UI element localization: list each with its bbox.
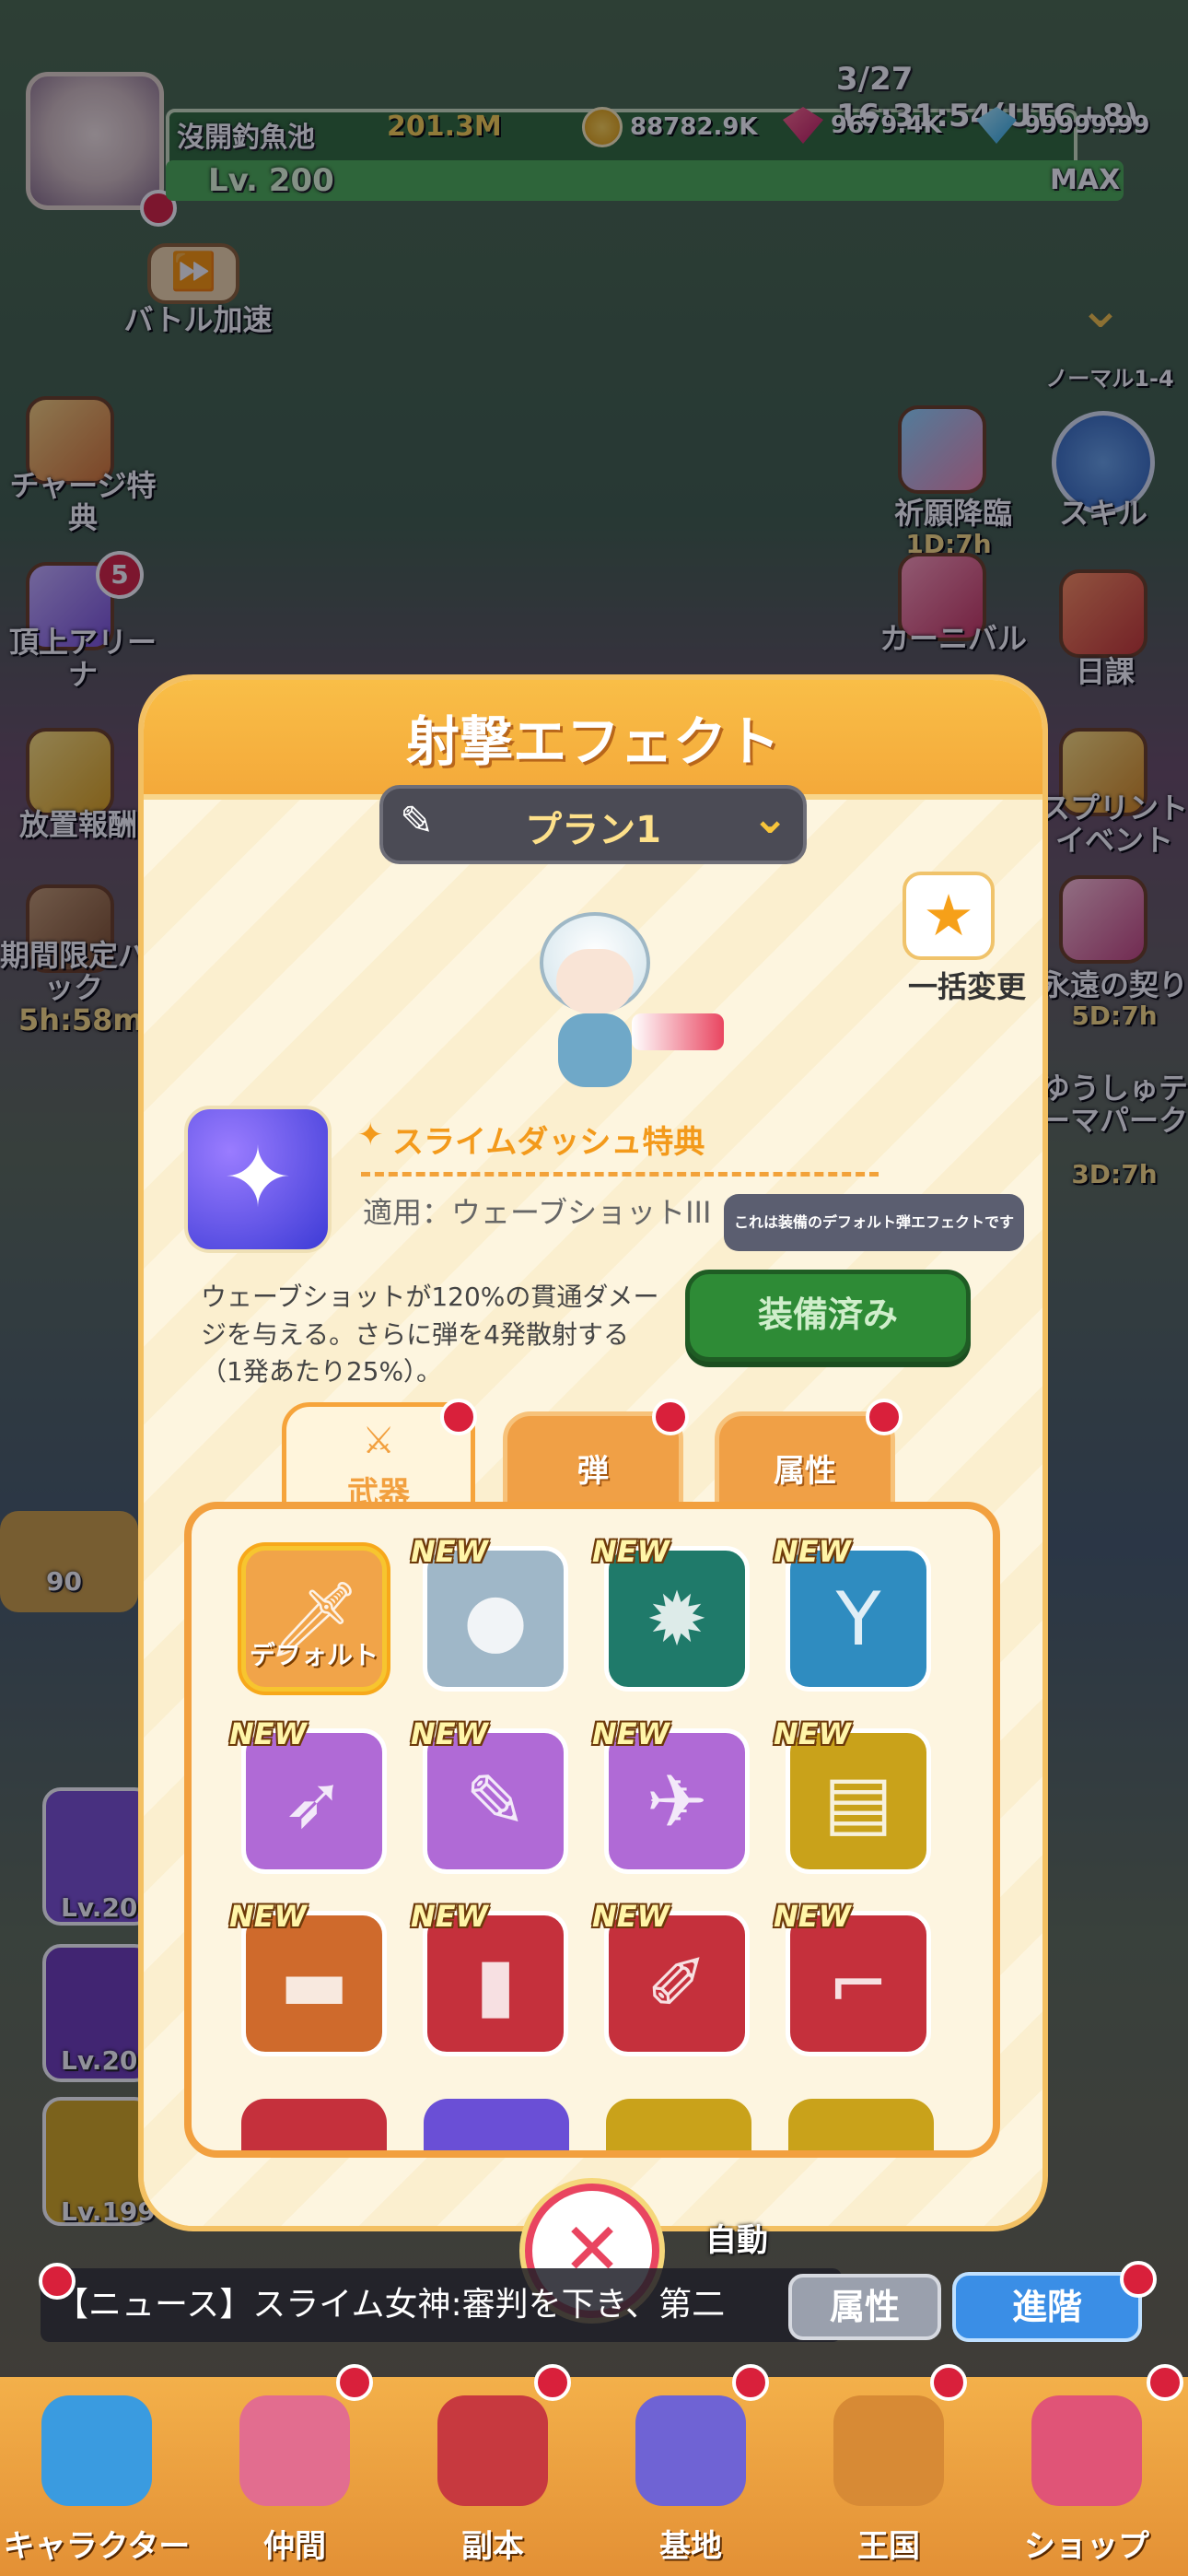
auto-label: 自動 (705, 2222, 768, 2259)
notification-dot (534, 2364, 571, 2401)
star-monster-icon: ✹ (646, 1576, 708, 1662)
paintbrush-icon: ✐ (646, 1941, 708, 2027)
shop-icon (1031, 2395, 1142, 2506)
effect-item-water-gun[interactable]: ⌐ NEW (774, 1899, 931, 2056)
new-badge: NEW (774, 1716, 851, 1751)
notification-dot (336, 2364, 373, 2401)
modal-header: 射撃エフェクト (144, 680, 1042, 800)
blaster-icon: ✈ (646, 1759, 708, 1844)
new-badge: NEW (411, 1899, 488, 1934)
new-badge: NEW (411, 1534, 488, 1569)
effect-item-slingshot[interactable]: Y NEW (774, 1534, 931, 1692)
nav-label: 王国 (857, 2528, 920, 2565)
nav-slime[interactable]: キャラクター (0, 2377, 193, 2576)
water-gun-icon: ✦ (184, 1106, 332, 1253)
effect-description: ウェーブショットが120%の貫通ダメージを与える。さらに弾を4発散射する（1発あ… (201, 1282, 659, 1388)
notification-dot (652, 1399, 689, 1435)
notification-dot (440, 1399, 477, 1435)
effect-item-bow[interactable]: ➶ NEW (229, 1716, 387, 1874)
water-gun-icon: ⌐ (827, 1941, 890, 2027)
effect-item-bazooka[interactable]: ▮ NEW (411, 1899, 568, 2056)
attribute-button[interactable]: 属性 (788, 2274, 941, 2340)
house-icon (635, 2395, 746, 2506)
nav-crown[interactable]: 王国 (792, 2364, 985, 2576)
notification-dot (930, 2364, 967, 2401)
equipped-label: 装備済み (757, 1294, 898, 1335)
bazooka-icon: ▮ (474, 1941, 517, 2027)
brush-icon: ✎ (464, 1759, 527, 1844)
modal-title: 射撃エフェクト (405, 710, 780, 773)
new-badge: NEW (411, 1716, 488, 1751)
default-item-label: デフォルト (249, 1640, 379, 1670)
chevron-down-icon[interactable]: ⌄ (751, 792, 788, 844)
star-icon: ★ (923, 882, 974, 949)
bulk-change-label: 一括変更 (907, 969, 1026, 1004)
advance-button[interactable]: 進階 (952, 2272, 1142, 2342)
plan-label: プラン1 (525, 809, 661, 851)
tooltip-text: これは装備のデフォルト弾エフェクトです (733, 1213, 1014, 1231)
nav-house[interactable]: 基地 (594, 2364, 787, 2576)
new-badge: NEW (592, 1899, 670, 1934)
tab-attribute-label: 属性 (774, 1453, 836, 1490)
slingshot-icon: Y (835, 1576, 881, 1662)
bottom-nav: キャラクター 仲間 副本 基地 王国 ショップ (0, 2364, 1188, 2576)
nav-label: ショップ (1024, 2528, 1149, 2565)
divider (361, 1172, 879, 1177)
effect-item-sword[interactable]: 🗡 デフォルト (241, 1546, 387, 1692)
crown-icon (833, 2395, 944, 2506)
swords-icon (437, 2395, 548, 2506)
effect-item-paintbrush[interactable]: ✐ NEW (592, 1899, 750, 2056)
new-badge: NEW (229, 1899, 307, 1934)
effect-item-slime[interactable]: ● NEW (411, 1534, 568, 1692)
effect-item-star-monster[interactable]: ✹ NEW (592, 1534, 750, 1692)
notification-dot (866, 1399, 903, 1435)
default-tooltip: これは装備のデフォルト弾エフェクトです (724, 1194, 1024, 1251)
effect-item-brush[interactable]: ✎ NEW (411, 1716, 568, 1874)
effect-grid: 🗡 デフォルト ● NEW ✹ NEW Y NEW ➶ NEW ✎ NEW ✈ NEW ▤ NEW ▬ NEW ▮ N… (184, 1502, 1000, 2158)
slime-icon (41, 2395, 152, 2506)
nav-label: キャラクター (3, 2528, 191, 2565)
effect-item-blaster[interactable]: ✈ NEW (592, 1716, 750, 1874)
news-text: 【ニュース】スライム女神:審判を下き、第二 (55, 2286, 726, 2324)
new-badge: NEW (592, 1716, 670, 1751)
notification-dot (39, 2263, 76, 2300)
bulk-change-button[interactable]: ★ (903, 872, 995, 960)
new-badge: NEW (774, 1534, 851, 1569)
effect-item-cannon[interactable]: ▬ NEW (229, 1899, 387, 2056)
equipped-button[interactable]: 装備済み (685, 1270, 971, 1362)
new-badge: NEW (592, 1534, 670, 1569)
effect-item-book[interactable]: ▤ NEW (774, 1716, 931, 1874)
nav-swords[interactable]: 副本 (396, 2364, 589, 2576)
pets-icon (239, 2395, 350, 2506)
applies-to: 適用：ウェーブショットIII (363, 1195, 712, 1230)
tab-bullet-label: 弾 (577, 1453, 609, 1490)
book-icon: ▤ (823, 1759, 893, 1844)
new-badge: NEW (229, 1716, 307, 1751)
cannon-icon: ▬ (279, 1941, 349, 2027)
bow-icon: ➶ (283, 1759, 345, 1844)
partial-row (241, 2099, 960, 2150)
nav-shop[interactable]: ショップ (990, 2364, 1183, 2576)
nav-label: 基地 (659, 2528, 722, 2565)
nav-label: 副本 (461, 2528, 524, 2565)
new-badge: NEW (774, 1899, 851, 1934)
sparkle-icon: ✦ (357, 1117, 384, 1153)
character-preview (521, 912, 724, 1087)
nav-pets[interactable]: 仲間 (198, 2364, 391, 2576)
notification-dot (1120, 2261, 1157, 2298)
notification-dot (732, 2364, 769, 2401)
notification-dot (1147, 2364, 1183, 2401)
bonus-title: スライムダッシュ特典 (392, 1124, 705, 1161)
slime-icon: ● (463, 1576, 528, 1662)
nav-label: 仲間 (263, 2528, 326, 2565)
plan-selector[interactable]: ✎ プラン1 ⌄ (379, 785, 807, 864)
news-ticker[interactable]: 【ニュース】スライム女神:審判を下き、第二 (41, 2268, 842, 2342)
